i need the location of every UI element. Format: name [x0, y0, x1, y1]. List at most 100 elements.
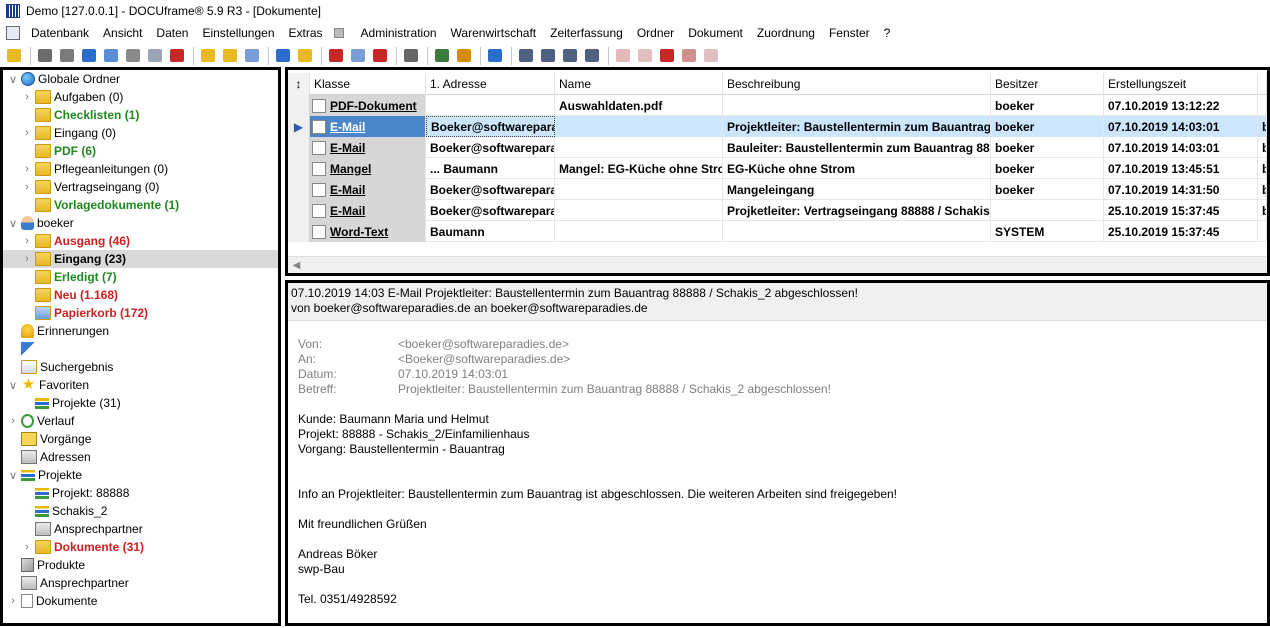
menu-ordner[interactable]: Ordner	[630, 26, 681, 40]
tree-item[interactable]: › Eingang (0)	[3, 124, 278, 142]
cell-beschreibung[interactable]: EG-Küche ohne Strom	[723, 158, 991, 179]
new-folder-icon[interactable]	[220, 46, 239, 65]
tree-item[interactable]: ∨ Globale Ordner	[3, 70, 278, 88]
cell-zeit[interactable]: 07.10.2019 13:45:51	[1104, 158, 1258, 179]
table-row[interactable]: Mangel ... Baumann Mangel: EG-Küche ohne S…	[288, 158, 1267, 179]
menu-dokument[interactable]: Dokument	[681, 26, 750, 40]
row-selector[interactable]	[288, 137, 310, 158]
copy-icon[interactable]	[242, 46, 261, 65]
menu-extras[interactable]: Extras	[282, 26, 330, 40]
tree-item[interactable]: › Verlauf	[3, 412, 278, 430]
menu-zuordnung[interactable]: Zuordnung	[750, 26, 822, 40]
zoom-icon[interactable]	[273, 46, 292, 65]
document-icon[interactable]	[6, 25, 20, 40]
cell-klasse[interactable]: Word-Text	[310, 221, 426, 242]
chevron-right-icon[interactable]: ›	[7, 415, 19, 427]
delete-red-icon[interactable]	[370, 46, 389, 65]
chevron-down-icon[interactable]: ∨	[7, 217, 19, 230]
cell-adresse[interactable]	[426, 95, 555, 116]
cell-adresse[interactable]: Baumann	[426, 221, 555, 242]
tree-item[interactable]: Schakis_2	[3, 502, 278, 520]
tree-item[interactable]: Projekt: 88888	[3, 484, 278, 502]
table-row[interactable]: E-Mail Boeker@softwareparadies.de Bauleite…	[288, 137, 1267, 158]
save-icon[interactable]	[560, 46, 579, 65]
menu-fenster[interactable]: Fenster	[822, 26, 877, 40]
row-pointer-icon[interactable]: ▶	[288, 116, 310, 137]
cell-name[interactable]: Auswahldaten.pdf	[555, 95, 723, 116]
print-icon[interactable]	[35, 46, 54, 65]
tag-icon[interactable]	[123, 46, 142, 65]
cell-beschreibung[interactable]: Mangeleingang	[723, 179, 991, 200]
chevron-right-icon[interactable]: ›	[21, 163, 33, 175]
cell-besitzer[interactable]: SYSTEM	[991, 221, 1104, 242]
cell-extra[interactable]: b	[1258, 116, 1267, 137]
tree-item[interactable]: Erinnerungen	[3, 322, 278, 340]
cell-beschreibung[interactable]: Bauleiter: Baustellentermin zum Bauantra…	[723, 137, 991, 158]
cell-name[interactable]	[555, 200, 723, 221]
cell-besitzer[interactable]	[991, 200, 1104, 221]
tree-item[interactable]: Produkte	[3, 556, 278, 574]
chevron-right-icon[interactable]: ›	[7, 595, 19, 607]
move-icon[interactable]	[348, 46, 367, 65]
row-selector[interactable]	[288, 200, 310, 221]
mail-red-icon[interactable]	[657, 46, 676, 65]
tree-item[interactable]: Vorlagedokumente (1)	[3, 196, 278, 214]
cell-klasse[interactable]: PDF-Dokument	[310, 95, 426, 116]
bars-icon[interactable]	[79, 46, 98, 65]
cell-extra[interactable]: b	[1258, 179, 1267, 200]
tree-item[interactable]: Neu (1.168)	[3, 286, 278, 304]
tree-item[interactable]: › Aufgaben (0)	[3, 88, 278, 106]
bookmark-icon[interactable]	[4, 46, 23, 65]
new-doc-icon[interactable]	[198, 46, 217, 65]
tree-item[interactable]: ∨ Projekte	[3, 466, 278, 484]
cell-zeit[interactable]: 25.10.2019 15:37:45	[1104, 200, 1258, 221]
cell-klasse[interactable]: E-Mail	[310, 116, 426, 137]
menu-daten[interactable]: Daten	[149, 26, 195, 40]
cell-zeit[interactable]: 07.10.2019 14:03:01	[1104, 116, 1258, 137]
cell-zeit[interactable]: 25.10.2019 15:37:45	[1104, 221, 1258, 242]
tree-item[interactable]: Checklisten (1)	[3, 106, 278, 124]
column-header-name[interactable]: Name	[555, 73, 723, 95]
tree-item[interactable]: Papierkorb (172)	[3, 304, 278, 322]
folder-icon[interactable]	[295, 46, 314, 65]
table-row[interactable]: E-Mail Boeker@softwareparadies.de Mangelei…	[288, 179, 1267, 200]
cell-klasse[interactable]: E-Mail	[310, 137, 426, 158]
chevron-right-icon[interactable]: ›	[21, 91, 33, 103]
menu-datenbank[interactable]: Datenbank	[24, 26, 96, 40]
column-header-erstellungszeit[interactable]: Erstellungszeit	[1104, 73, 1258, 95]
table-row[interactable]: E-Mail Boeker@softwareparadies.de Projketl…	[288, 200, 1267, 221]
mail-disabled-icon[interactable]	[613, 46, 632, 65]
column-header-more[interactable]	[1258, 73, 1267, 95]
cell-beschreibung[interactable]: Projketleiter: Vertragseingang 88888 / S…	[723, 200, 991, 221]
users-icon[interactable]	[432, 46, 451, 65]
tree-item[interactable]: › Pflegeanleitungen (0)	[3, 160, 278, 178]
cell-name[interactable]	[555, 137, 723, 158]
cell-adresse[interactable]: ... Baumann	[426, 158, 555, 179]
table-row[interactable]: PDF-Dokument Auswahldaten.pdf boeker 07.10.…	[288, 95, 1267, 116]
cell-zeit[interactable]: 07.10.2019 14:31:50	[1104, 179, 1258, 200]
cell-extra[interactable]	[1258, 221, 1267, 242]
table-row[interactable]: ▶ E-Mail Boeker@softwareparadies.de Projekt…	[288, 116, 1267, 137]
chevron-right-icon[interactable]: ›	[21, 235, 33, 247]
cell-extra[interactable]: b	[1258, 158, 1267, 179]
column-header-besitzer[interactable]: Besitzer	[991, 73, 1104, 95]
cell-zeit[interactable]: 07.10.2019 13:12:22	[1104, 95, 1258, 116]
tree-item[interactable]: › Ausgang (46)	[3, 232, 278, 250]
tree-item[interactable]: PDF (6)	[3, 142, 278, 160]
cell-besitzer[interactable]: boeker	[991, 116, 1104, 137]
row-selector[interactable]	[288, 179, 310, 200]
keyboard-icon[interactable]	[333, 27, 344, 38]
cell-name[interactable]: Mangel: EG-Küche ohne Strom	[555, 158, 723, 179]
horizontal-scrollbar[interactable]: ◀	[288, 256, 1267, 273]
cell-extra[interactable]	[1258, 95, 1267, 116]
tree-item[interactable]	[3, 340, 278, 358]
cell-name[interactable]	[555, 179, 723, 200]
mail-disabled-2-icon[interactable]	[635, 46, 654, 65]
cell-klasse[interactable]: E-Mail	[310, 200, 426, 221]
tree-item[interactable]: Erledigt (7)	[3, 268, 278, 286]
cell-adresse[interactable]: Boeker@softwareparadies.de	[426, 179, 555, 200]
cell-beschreibung[interactable]	[723, 221, 991, 242]
column-header-klasse[interactable]: Klasse	[310, 73, 426, 95]
tree-item[interactable]: › Dokumente (31)	[3, 538, 278, 556]
tree-item[interactable]: ∨ ★ Favoriten	[3, 376, 278, 394]
